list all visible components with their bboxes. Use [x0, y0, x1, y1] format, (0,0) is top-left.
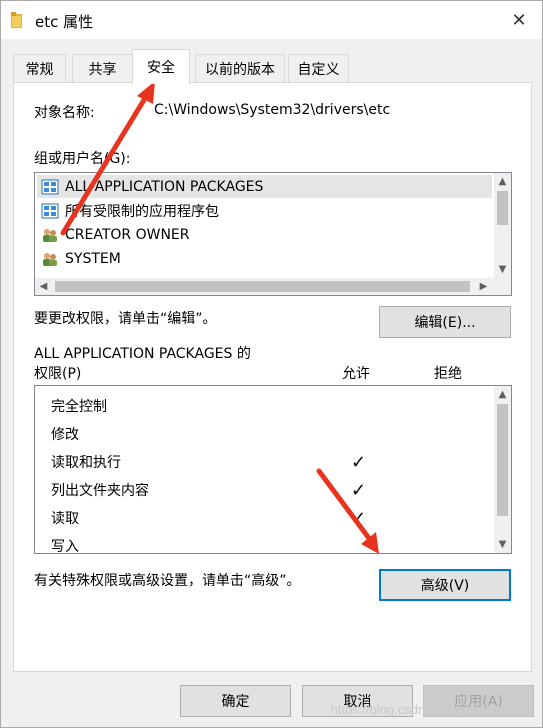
users-icon: [43, 252, 57, 266]
allow-check-icon: ✓: [351, 508, 367, 529]
advanced-button[interactable]: 高级(V): [379, 569, 511, 601]
tab-sharing[interactable]: 共享: [72, 54, 133, 83]
allow-check-icon: ✓: [351, 480, 367, 501]
scroll-thumb[interactable]: [497, 404, 508, 516]
group-item-all-application-packages[interactable]: ALL APPLICATION PACKAGES: [37, 175, 492, 198]
tab-security[interactable]: 安全: [132, 49, 190, 84]
permissions-label: 权限(P): [34, 366, 82, 382]
close-button[interactable]: ✕: [496, 1, 542, 39]
edit-hint: 要更改权限，请单击“编辑”。: [34, 311, 217, 327]
permissions-for-label: ALL APPLICATION PACKAGES 的: [34, 346, 251, 362]
permission-row-modify: 修改: [51, 427, 79, 443]
group-item-creator-owner[interactable]: CREATOR OWNER: [37, 223, 492, 246]
scroll-down-icon[interactable]: ▼: [494, 536, 511, 553]
users-icon: [43, 228, 57, 242]
permissions-listbox: 完全控制 修改 读取和执行 列出文件夹内容 读取 写入 ✓ ✓ ✓ ▲ ▼: [34, 385, 512, 555]
groups-vertical-scrollbar[interactable]: ▲ ▼: [494, 173, 511, 278]
package-group-icon: [41, 179, 59, 194]
tab-previous-versions[interactable]: 以前的版本: [195, 54, 285, 83]
deny-column-header: 拒绝: [434, 366, 462, 382]
permission-row-read: 读取: [51, 511, 79, 527]
permission-row-list-folder: 列出文件夹内容: [51, 483, 149, 499]
scroll-thumb[interactable]: [497, 191, 508, 225]
group-item-system[interactable]: SYSTEM: [37, 247, 492, 270]
package-group-icon: [41, 203, 59, 218]
groups-label: 组或用户名(G):: [34, 151, 131, 167]
ok-button[interactable]: 确定: [180, 685, 291, 717]
groups-listbox[interactable]: ALL APPLICATION PACKAGES 所有受限制的应用程序包 CRE…: [34, 172, 512, 296]
object-name-label: 对象名称:: [34, 105, 95, 121]
watermark-text: https://blog.csdn.net/qq_46046959: [330, 702, 531, 717]
scroll-left-icon[interactable]: ◀: [35, 278, 52, 295]
scroll-thumb[interactable]: [55, 281, 470, 292]
title-bar: etc 属性 ✕: [1, 1, 542, 39]
edit-button[interactable]: 编辑(E)...: [379, 306, 511, 338]
advanced-hint: 有关特殊权限或高级设置，请单击“高级”。: [34, 573, 301, 589]
scroll-up-icon[interactable]: ▲: [494, 386, 511, 403]
allow-column-header: 允许: [342, 366, 370, 382]
groups-horizontal-scrollbar[interactable]: ◀ ▶: [35, 278, 511, 295]
window-title: etc 属性: [35, 13, 94, 31]
close-icon: ✕: [511, 9, 527, 31]
allow-check-icon: ✓: [351, 452, 367, 473]
permission-row-write: 写入: [51, 539, 79, 555]
scroll-right-icon[interactable]: ▶: [475, 278, 492, 295]
properties-dialog: etc 属性 ✕ 常规 共享 安全 以前的版本 自定义 对象名称: C:\Win…: [0, 0, 543, 728]
permission-row-read-execute: 读取和执行: [51, 455, 121, 471]
group-item-restricted-packages[interactable]: 所有受限制的应用程序包: [37, 199, 492, 222]
tab-general[interactable]: 常规: [13, 54, 66, 83]
folder-icon: [11, 12, 22, 28]
scroll-down-icon[interactable]: ▼: [494, 261, 511, 278]
object-name-value: C:\Windows\System32\drivers\etc: [154, 102, 391, 118]
tab-customize[interactable]: 自定义: [288, 54, 349, 83]
scroll-up-icon[interactable]: ▲: [494, 173, 511, 190]
permission-row-full-control: 完全控制: [51, 399, 107, 415]
permissions-vertical-scrollbar[interactable]: ▲ ▼: [494, 386, 511, 553]
security-panel: 对象名称: C:\Windows\System32\drivers\etc 组或…: [13, 82, 532, 672]
